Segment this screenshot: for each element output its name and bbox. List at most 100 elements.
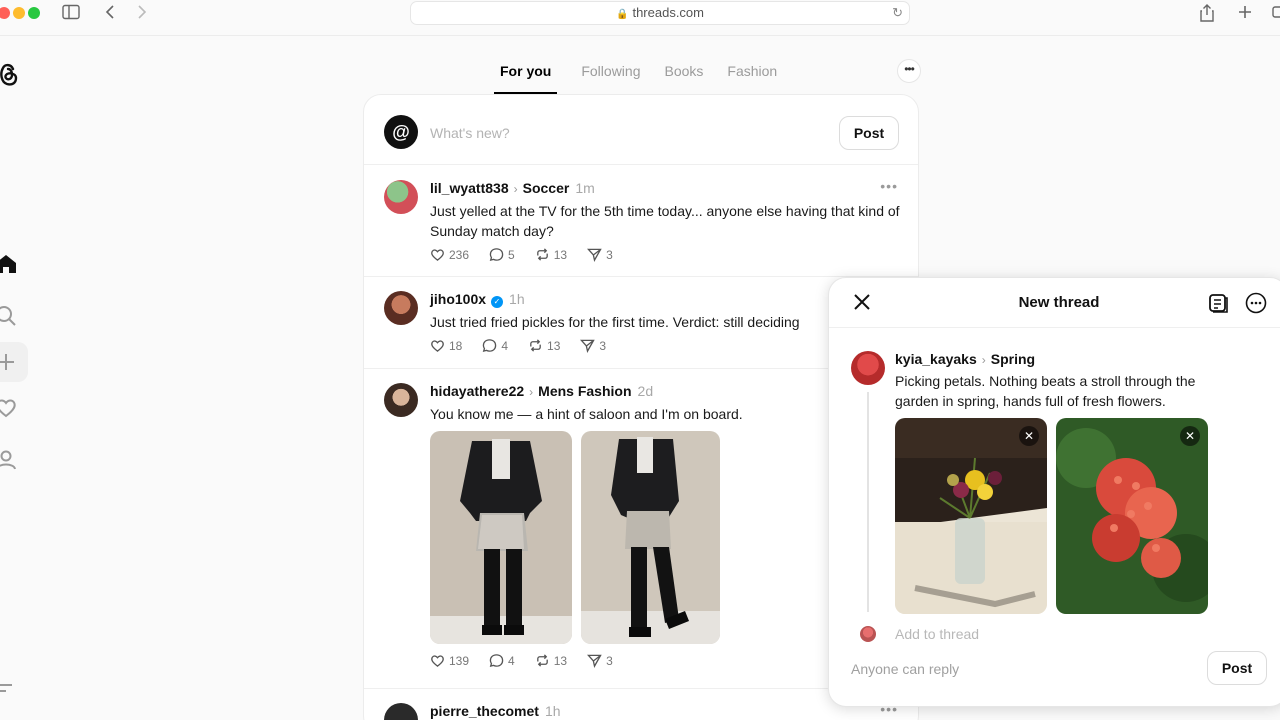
avatar[interactable]: [384, 180, 418, 214]
zoom-window-button[interactable]: [28, 7, 40, 19]
username: kyia_kayaks: [895, 351, 977, 367]
post-button[interactable]: Post: [1207, 651, 1267, 685]
reload-icon[interactable]: ↻: [892, 2, 903, 24]
avatar[interactable]: [384, 383, 418, 417]
timestamp: 2d: [637, 383, 654, 399]
reply-count: 4: [508, 653, 515, 668]
more-options-icon[interactable]: •••: [880, 178, 898, 194]
topic-tag[interactable]: Mens Fashion: [538, 383, 631, 399]
avatar[interactable]: [384, 703, 418, 720]
share-icon[interactable]: [1199, 4, 1215, 27]
post-actions: 18 4 13 3: [430, 338, 626, 353]
tab-fashion[interactable]: Fashion: [727, 60, 777, 94]
comment-icon: [489, 248, 504, 262]
username[interactable]: hidayathere22: [430, 383, 524, 399]
username[interactable]: lil_wyatt838: [430, 180, 509, 196]
topic-tag[interactable]: Spring: [991, 351, 1035, 367]
threads-logo-icon[interactable]: [0, 60, 20, 86]
post-actions: 236 5 13 3: [430, 247, 633, 262]
create-icon[interactable]: [0, 350, 18, 374]
feed-tabs: For you Following Books Fashion: [494, 60, 801, 94]
reply-button[interactable]: 4: [489, 653, 515, 668]
minimize-window-button[interactable]: [13, 7, 25, 19]
draft-text[interactable]: Picking petals. Nothing beats a stroll t…: [895, 371, 1235, 411]
send-icon: [587, 654, 602, 668]
avatar: [860, 626, 876, 642]
share-button[interactable]: 3: [587, 653, 613, 668]
like-button[interactable]: 236: [430, 247, 469, 262]
chevron-right-icon: ›: [529, 385, 534, 399]
remove-photo-button[interactable]: ✕: [1019, 426, 1039, 446]
attached-photo[interactable]: ✕: [895, 418, 1047, 614]
activity-heart-icon[interactable]: [0, 396, 18, 420]
repost-icon: [536, 248, 548, 261]
send-icon: [587, 248, 602, 262]
composer[interactable]: @ What's new? Post: [364, 95, 918, 165]
feed-options-button[interactable]: •••: [897, 59, 921, 83]
composer-post-button[interactable]: Post: [839, 116, 899, 150]
drafts-icon[interactable]: [1207, 292, 1229, 314]
like-count: 236: [449, 247, 470, 262]
more-options-icon[interactable]: [1245, 292, 1267, 314]
share-count: 3: [606, 653, 613, 668]
lock-icon: 🔒: [616, 9, 629, 20]
forward-icon[interactable]: [136, 4, 148, 25]
post-header: lil_wyatt838 › Soccer 1m: [430, 180, 595, 196]
tab-for-you[interactable]: For you: [494, 60, 558, 94]
avatar: [851, 351, 885, 385]
comment-icon: [483, 339, 497, 353]
search-icon[interactable]: [0, 304, 18, 328]
new-tab-icon[interactable]: [1237, 4, 1253, 25]
home-icon[interactable]: [0, 252, 18, 276]
reply-count: 4: [501, 338, 509, 353]
like-count: 18: [449, 338, 463, 353]
repost-icon: [530, 339, 541, 352]
repost-button[interactable]: 13: [528, 338, 560, 353]
like-button[interactable]: 139: [430, 653, 469, 668]
sidebar-toggle-icon[interactable]: [62, 4, 80, 25]
reply-button[interactable]: 4: [482, 338, 508, 353]
comment-icon: [489, 654, 504, 668]
verified-badge-icon: ✓: [491, 296, 504, 308]
timestamp: 1h: [544, 703, 561, 719]
username[interactable]: pierre_thecomet: [430, 703, 539, 719]
share-button[interactable]: 3: [587, 247, 613, 262]
reply-permission[interactable]: Anyone can reply: [851, 661, 959, 677]
tab-books[interactable]: Books: [664, 60, 703, 94]
dialog-header: New thread: [829, 278, 1280, 328]
close-window-button[interactable]: [0, 7, 10, 19]
chevron-right-icon: ›: [513, 182, 518, 196]
post: lil_wyatt838 › Soccer 1m ••• Just yelled at…: [364, 165, 918, 277]
post-actions: 139 4 13 3: [430, 653, 633, 668]
remove-photo-button[interactable]: ✕: [1180, 426, 1200, 446]
username[interactable]: jiho100x: [430, 291, 486, 307]
heart-icon: [431, 340, 444, 352]
tab-overview-icon[interactable]: [1272, 4, 1280, 25]
repost-button[interactable]: 13: [535, 247, 567, 262]
post-photo[interactable]: [581, 431, 720, 644]
repost-button[interactable]: 13: [535, 653, 567, 668]
like-count: 139: [449, 653, 470, 668]
avatar[interactable]: [384, 291, 418, 325]
post-header: jiho100x ✓ 1h: [430, 291, 525, 308]
post-photo[interactable]: [430, 431, 572, 644]
send-icon: [580, 339, 596, 353]
add-to-thread-input[interactable]: Add to thread: [895, 626, 979, 642]
timestamp: 1h: [509, 291, 525, 307]
address-bar[interactable]: 🔒 threads.com ↻: [410, 1, 910, 25]
back-icon[interactable]: [104, 4, 116, 25]
repost-count: 13: [553, 653, 568, 668]
profile-icon[interactable]: [0, 448, 18, 472]
share-button[interactable]: 3: [580, 338, 606, 353]
reply-count: 5: [508, 247, 515, 262]
share-count: 3: [606, 247, 613, 262]
topic-tag[interactable]: Soccer: [523, 180, 570, 196]
tab-following[interactable]: Following: [581, 60, 640, 94]
browser-toolbar: 🔒 threads.com ↻: [0, 0, 1280, 36]
composer-placeholder[interactable]: What's new?: [430, 125, 510, 141]
post-text: Just yelled at the TV for the 5th time t…: [430, 203, 900, 239]
attached-photo[interactable]: ✕: [1056, 418, 1208, 614]
menu-icon[interactable]: [0, 676, 18, 700]
like-button[interactable]: 18: [430, 338, 462, 353]
reply-button[interactable]: 5: [489, 247, 515, 262]
